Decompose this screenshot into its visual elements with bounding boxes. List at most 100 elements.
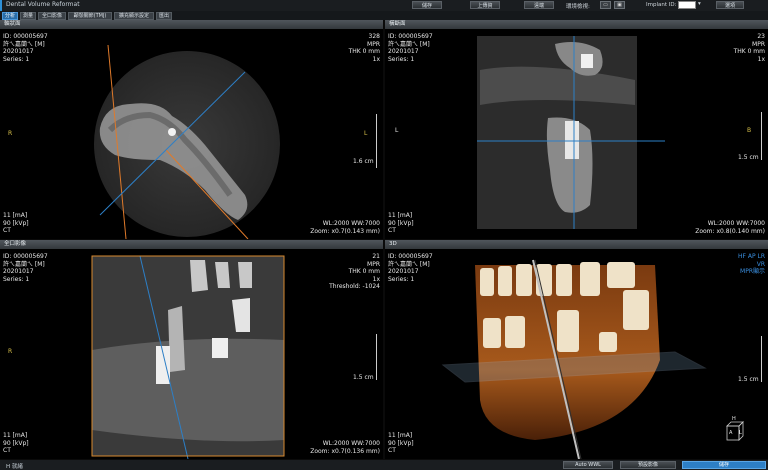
thickness-label: THK 0 mm xyxy=(348,48,380,55)
remote-button[interactable]: 遠端 xyxy=(524,1,554,9)
scale-label: 1.5 cm xyxy=(353,374,374,381)
study-date: 20201017 xyxy=(388,268,419,275)
patient-id: ID: 000005697 xyxy=(3,33,48,40)
slice-info-axial: 328 MPR THK 0 mm 1x xyxy=(349,33,380,63)
patient-id: ID: 000005697 xyxy=(3,253,48,260)
scale-label: 1.5 cm xyxy=(738,376,759,383)
cross-section-panel[interactable]: 橫斷面 ID: 000005697 許ㄟ嘉蘭ㄟ [M] 20201017 Ser… xyxy=(385,20,768,239)
patient-name: 許ㄟ嘉蘭ㄟ [M] xyxy=(388,40,430,48)
modality-label: CT xyxy=(3,447,11,454)
vr-label: VR xyxy=(756,260,765,268)
cube-side-label: L xyxy=(739,430,742,436)
slice-number: 23 xyxy=(757,33,765,40)
mode-label: MPR xyxy=(367,260,380,268)
zoom-value: Zoom: x0.7(0.136 mm) xyxy=(310,447,380,455)
accent-line xyxy=(0,0,2,11)
ma-value: 11 [mA] xyxy=(388,432,413,439)
render-info-3d: HF AP LR VR MPR顯示 xyxy=(738,253,765,276)
orientation-cube-icon[interactable]: H A L xyxy=(723,416,747,444)
wlww-value: WL:2000 WW:7000 xyxy=(322,440,380,447)
zoom-value: Zoom: x0.7(0.143 mm) xyxy=(310,227,380,235)
study-date: 20201017 xyxy=(3,268,34,275)
monitor-icon[interactable]: ▭ xyxy=(600,1,611,9)
window-icon[interactable]: ▣ xyxy=(614,1,625,9)
kvp-value: 90 [kVp] xyxy=(3,219,29,227)
scan-params-3d: 11 [mA] 90 [kVp] CT xyxy=(388,432,414,455)
ma-value: 11 [mA] xyxy=(388,212,413,219)
orientation-left: R xyxy=(8,348,13,355)
scale-label: 1.6 cm xyxy=(353,158,374,165)
status-bar: H 就緒 Auto WWL 預設影像 儲存 xyxy=(0,460,768,470)
save-button[interactable]: 儲存 xyxy=(412,1,442,9)
scale-bar xyxy=(376,114,380,168)
scale-bar xyxy=(761,112,765,160)
series-label: Series: 1 xyxy=(388,275,415,283)
orientation-left: R xyxy=(8,130,13,137)
window-info-axial: WL:2000 WW:7000 Zoom: x0.7(0.143 mm) xyxy=(310,220,380,235)
orientation-right: B xyxy=(747,127,752,134)
patient-info-pano: ID: 000005697 許ㄟ嘉蘭ㄟ [M] 20201017 Series:… xyxy=(3,253,48,283)
thickness-label: THK 0 mm xyxy=(348,268,380,275)
viewer-mode-label: 環境檢視: xyxy=(566,4,590,10)
slice-number: 328 xyxy=(368,33,380,40)
tab-analysis[interactable]: 分析 xyxy=(2,12,18,20)
patient-id: ID: 000005697 xyxy=(388,253,433,260)
scale-bar xyxy=(376,334,380,380)
series-label: Series: 1 xyxy=(388,55,415,63)
mpr-display-label: MPR顯示 xyxy=(740,268,765,275)
volume-3d-image xyxy=(441,259,707,459)
wlww-value: WL:2000 WW:7000 xyxy=(322,220,380,227)
title-bar: Dental Volume Reformat 儲存 上傳資 遠端 環境檢視: ▭… xyxy=(0,0,768,11)
thickness-label: THK 0 mm xyxy=(733,48,765,55)
patient-info-cross: ID: 000005697 許ㄟ嘉蘭ㄟ [M] 20201017 Series:… xyxy=(388,33,433,63)
implant-id-field[interactable] xyxy=(678,1,696,9)
study-date: 20201017 xyxy=(3,48,34,55)
tab-tmj[interactable]: 顳顎關節(TMJ) xyxy=(68,12,112,20)
reset-image-button[interactable]: 預設影像 xyxy=(620,461,676,469)
threshold-value: Threshold: -1024 xyxy=(329,283,380,290)
implant-dropdown-icon[interactable]: ▾ xyxy=(698,1,701,7)
auto-wwl-button[interactable]: Auto WWL xyxy=(563,461,613,469)
implant-id-label: Implant ID: xyxy=(646,2,677,8)
scale-label: 1.5 cm xyxy=(738,154,759,161)
ma-value: 11 [mA] xyxy=(3,212,28,219)
status-text: H 就緒 xyxy=(6,464,23,470)
modality-label: CT xyxy=(3,227,11,234)
axial-view-panel[interactable]: 軸狀面 ID: 000005697 許ㄟ嘉蘭ㄟ [M] 20201017 Ser… xyxy=(0,20,383,239)
ma-value: 11 [mA] xyxy=(3,432,28,439)
patient-id: ID: 000005697 xyxy=(388,33,433,40)
series-label: Series: 1 xyxy=(3,275,30,283)
patient-info-3d: ID: 000005697 許ㄟ嘉蘭ㄟ [M] 20201017 Series:… xyxy=(388,253,433,283)
tab-export[interactable]: 匯出 xyxy=(156,12,172,20)
slice-info-pano: 21 MPR THK 0 mm 1x Threshold: -1024 xyxy=(329,253,380,291)
upload-button[interactable]: 上傳資 xyxy=(470,1,500,9)
scan-params-cross: 11 [mA] 90 [kVp] CT xyxy=(388,212,414,235)
scan-params-pano: 11 [mA] 90 [kVp] CT xyxy=(3,432,29,455)
tab-extended-display[interactable]: 擴充顯示設定 xyxy=(114,12,154,20)
orientation-code: HF AP LR xyxy=(737,253,765,260)
zoom-factor: 1x xyxy=(372,55,380,63)
panorama-image xyxy=(91,255,285,459)
kvp-value: 90 [kVp] xyxy=(388,219,414,227)
tab-measure[interactable]: 測量 xyxy=(20,12,36,20)
settings-button[interactable]: 選項 xyxy=(716,1,744,9)
patient-name: 許ㄟ嘉蘭ㄟ [M] xyxy=(3,40,45,48)
panorama-panel[interactable]: 全口影像 ID: 000005697 許ㄟ嘉蘭ㄟ [M] 20201017 Se… xyxy=(0,240,383,459)
axial-image xyxy=(94,44,280,239)
zoom-factor: 1x xyxy=(372,275,380,283)
patient-info-axial: ID: 000005697 許ㄟ嘉蘭ㄟ [M] 20201017 Series:… xyxy=(3,33,48,63)
kvp-value: 90 [kVp] xyxy=(3,439,29,447)
slice-info-cross: 23 MPR THK 0 mm 1x xyxy=(734,33,765,63)
volume-3d-panel[interactable]: 3D ID: 000005697 許ㄟ嘉蘭ㄟ [M] 20201017 Seri… xyxy=(385,240,768,459)
mode-label: MPR xyxy=(367,40,380,48)
modality-label: CT xyxy=(388,227,396,234)
orientation-left: L xyxy=(395,127,399,134)
zoom-factor: 1x xyxy=(757,55,765,63)
tab-panorama[interactable]: 全口影像 xyxy=(38,12,66,20)
patient-name: 許ㄟ嘉蘭ㄟ [M] xyxy=(3,260,45,268)
window-info-cross: WL:2000 WW:7000 Zoom: x0.8(0.140 mm) xyxy=(695,220,765,235)
confirm-button[interactable]: 儲存 xyxy=(682,461,766,469)
zoom-value: Zoom: x0.8(0.140 mm) xyxy=(695,227,765,235)
scan-params-axial: 11 [mA] 90 [kVp] CT xyxy=(3,212,29,235)
mode-label: MPR xyxy=(752,40,765,48)
